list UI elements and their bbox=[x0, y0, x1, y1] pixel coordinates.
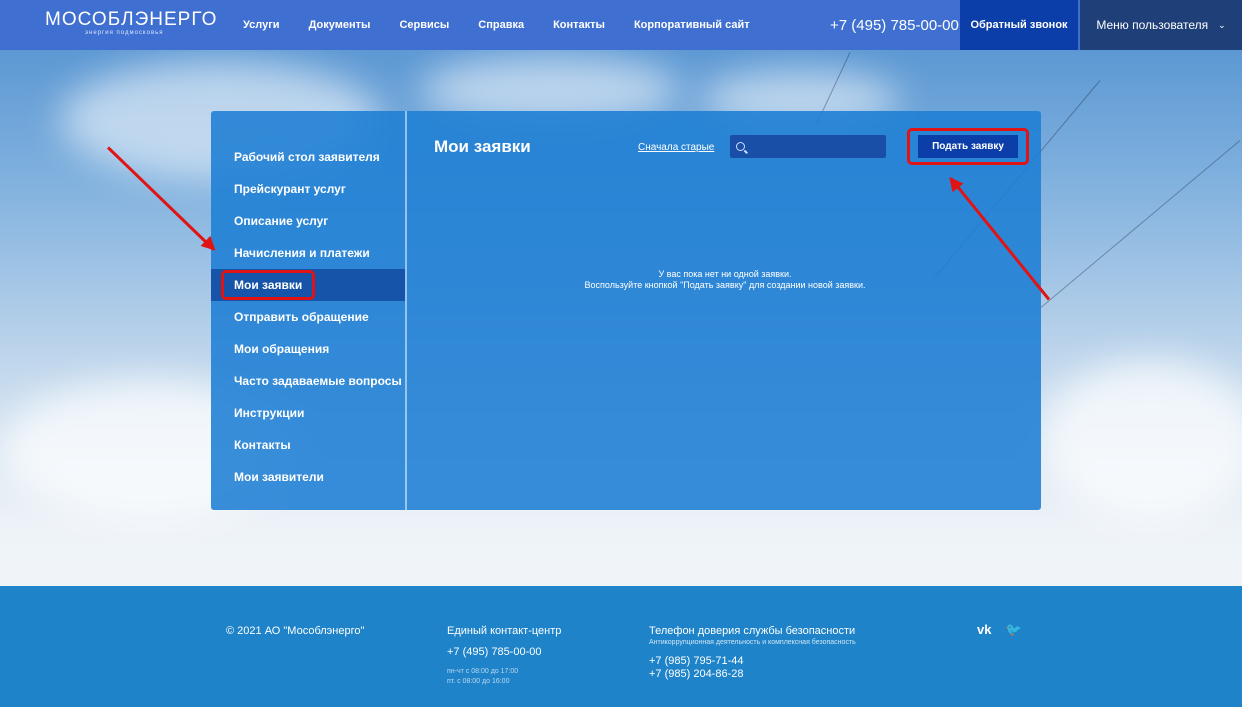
submit-request-button[interactable]: Подать заявку bbox=[918, 135, 1018, 158]
hours-weekdays: пн-чт с 08:00 до 17:00 bbox=[447, 668, 519, 675]
sidebar-item-instructions[interactable]: Инструкции bbox=[211, 397, 405, 429]
sidebar-item-label: Мои заявители bbox=[234, 470, 324, 484]
nav-item-corporate-site[interactable]: Корпоративный сайт bbox=[634, 19, 750, 31]
sidebar-item-price-list[interactable]: Прейскурант услуг bbox=[211, 173, 405, 205]
company-logo[interactable]: МОСОБЛЭНЕРГО энергия подмосковья bbox=[45, 9, 217, 36]
nav-item-services[interactable]: Услуги bbox=[243, 19, 280, 31]
user-menu-label: Меню пользователя bbox=[1096, 18, 1209, 32]
social-links: vk 🐦 bbox=[977, 622, 1022, 638]
sort-oldest-first-link[interactable]: Сначала старые bbox=[638, 142, 714, 153]
page-title: Мои заявки bbox=[434, 137, 531, 156]
sidebar-item-label: Отправить обращение bbox=[234, 310, 369, 324]
footer-contact-center: Единый контакт-центр +7 (495) 785-00-00 … bbox=[447, 625, 561, 687]
security-title: Телефон доверия службы безопасности bbox=[649, 625, 856, 637]
empty-state-line-1: У вас пока нет ни одной заявки. bbox=[658, 269, 792, 279]
sidebar-item-label: Рабочий стол заявителя bbox=[234, 150, 380, 164]
nav-item-documents[interactable]: Документы bbox=[309, 19, 371, 31]
main-nav: Услуги Документы Сервисы Справка Контакт… bbox=[243, 0, 779, 50]
nav-item-contacts[interactable]: Контакты bbox=[553, 19, 605, 31]
twitter-icon[interactable]: 🐦 bbox=[1005, 622, 1021, 638]
empty-state-message: У вас пока нет ни одной заявки. Воспольз… bbox=[409, 269, 1041, 291]
sidebar-item-label: Мои обращения bbox=[234, 342, 330, 356]
contact-center-hours: пн-чт с 08:00 до 17:00 пт. с 08:00 до 16… bbox=[447, 667, 561, 687]
security-subtitle: Антикоррупционная деятельность и комплек… bbox=[649, 639, 856, 646]
sidebar-item-label: Описание услуг bbox=[234, 214, 329, 228]
vk-icon[interactable]: vk bbox=[977, 622, 991, 638]
chevron-down-icon: ⌄ bbox=[1218, 19, 1226, 30]
sidebar: Рабочий стол заявителя Прейскурант услуг… bbox=[211, 111, 407, 510]
site-footer: © 2021 АО "Мособлэнерго" Единый контакт-… bbox=[0, 586, 1242, 707]
header-phone[interactable]: +7 (495) 785-00-00 bbox=[830, 17, 959, 34]
sidebar-item-contacts[interactable]: Контакты bbox=[211, 429, 405, 461]
search-box[interactable] bbox=[730, 135, 886, 158]
power-line bbox=[1040, 140, 1241, 309]
sidebar-item-my-applicants[interactable]: Мои заявители bbox=[211, 461, 405, 493]
sidebar-item-my-appeals[interactable]: Мои обращения bbox=[211, 333, 405, 365]
sidebar-item-service-description[interactable]: Описание услуг bbox=[211, 205, 405, 237]
contact-center-phone[interactable]: +7 (495) 785-00-00 bbox=[447, 646, 561, 658]
security-phones: +7 (985) 795-71-44 +7 (985) 204-86-28 bbox=[649, 655, 856, 681]
hours-friday: пт. с 08:00 до 16:00 bbox=[447, 678, 510, 685]
sidebar-item-faq[interactable]: Часто задаваемые вопросы bbox=[211, 365, 405, 397]
sidebar-item-label: Начисления и платежи bbox=[234, 246, 370, 260]
top-navigation-bar: МОСОБЛЭНЕРГО энергия подмосковья Услуги … bbox=[0, 0, 1242, 50]
sky-cloud bbox=[1040, 360, 1242, 520]
sidebar-item-label: Мои заявки bbox=[221, 270, 316, 300]
contact-center-title: Единый контакт-центр bbox=[447, 625, 562, 637]
cabinet-panel: Рабочий стол заявителя Прейскурант услуг… bbox=[211, 111, 1041, 510]
sidebar-item-label: Часто задаваемые вопросы bbox=[234, 374, 402, 388]
sidebar-item-my-requests[interactable]: Мои заявки bbox=[211, 269, 405, 301]
empty-state-line-2: Воспользуйте кнопкой "Подать заявку" для… bbox=[584, 280, 866, 290]
sidebar-item-charges-payments[interactable]: Начисления и платежи bbox=[211, 237, 405, 269]
search-input[interactable] bbox=[751, 141, 881, 152]
nav-item-tools[interactable]: Сервисы bbox=[399, 19, 449, 31]
callback-button[interactable]: Обратный звонок bbox=[960, 0, 1078, 50]
sidebar-item-label: Прейскурант услуг bbox=[234, 182, 346, 196]
submit-request-highlight: Подать заявку bbox=[907, 128, 1029, 165]
search-icon bbox=[736, 142, 745, 151]
footer-security-hotline: Телефон доверия службы безопасности Анти… bbox=[649, 625, 856, 681]
requests-content: Мои заявки Сначала старые Подать заявку … bbox=[409, 111, 1041, 510]
sidebar-item-label: Инструкции bbox=[234, 406, 305, 420]
footer-copyright: © 2021 АО "Мособлэнерго" bbox=[226, 625, 365, 637]
sidebar-item-dashboard[interactable]: Рабочий стол заявителя bbox=[211, 141, 405, 173]
security-phone-1[interactable]: +7 (985) 795-71-44 bbox=[649, 655, 856, 668]
user-menu-button[interactable]: Меню пользователя ⌄ bbox=[1080, 0, 1242, 50]
sidebar-item-label: Контакты bbox=[234, 438, 291, 452]
security-phone-2[interactable]: +7 (985) 204-86-28 bbox=[649, 668, 856, 681]
logo-text: МОСОБЛЭНЕРГО bbox=[45, 9, 218, 30]
nav-item-help[interactable]: Справка bbox=[478, 19, 524, 31]
sidebar-item-send-appeal[interactable]: Отправить обращение bbox=[211, 301, 405, 333]
